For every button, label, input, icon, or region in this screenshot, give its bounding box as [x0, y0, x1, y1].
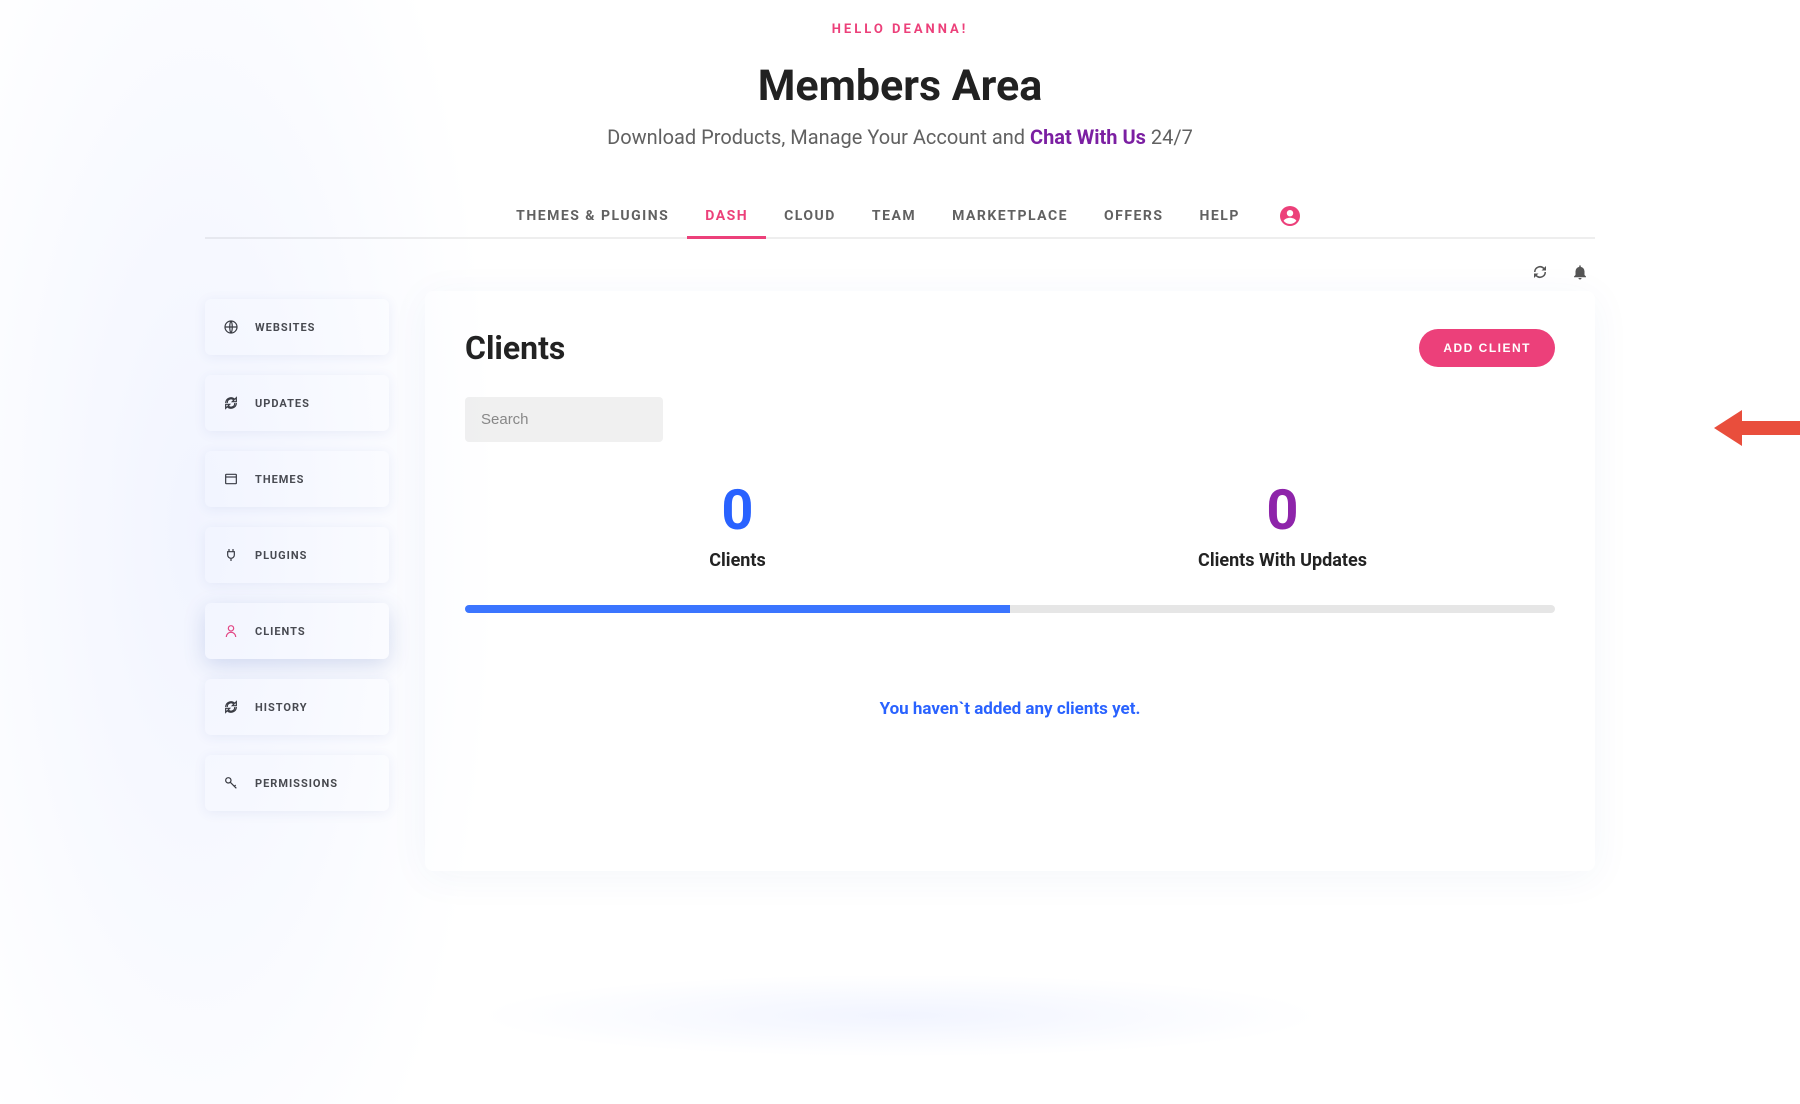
- tab-help[interactable]: HELP: [1181, 195, 1257, 237]
- bell-icon[interactable]: [1571, 263, 1589, 285]
- progress-bar: [465, 605, 1555, 613]
- tab-themes-plugins[interactable]: THEMES & PLUGINS: [498, 195, 687, 237]
- account-icon[interactable]: [1278, 204, 1302, 228]
- tab-dash[interactable]: DASH: [687, 195, 766, 237]
- key-icon: [223, 775, 239, 791]
- search-input[interactable]: [465, 397, 663, 442]
- window-icon: [223, 471, 239, 487]
- stat-clients-updates-value: 0: [1010, 482, 1555, 538]
- sidebar-item-label: UPDATES: [255, 397, 310, 410]
- sidebar-item-label: PLUGINS: [255, 549, 307, 562]
- sidebar-item-plugins[interactable]: PLUGINS: [205, 527, 389, 583]
- stat-clients-label: Clients: [465, 550, 1010, 571]
- main-tabs: THEMES & PLUGINS DASH CLOUD TEAM MARKETP…: [205, 195, 1595, 239]
- tab-cloud[interactable]: CLOUD: [766, 195, 854, 237]
- stat-clients-updates: 0 Clients With Updates: [1010, 482, 1555, 571]
- progress-right: [1010, 605, 1555, 613]
- subtitle-post: 24/7: [1146, 125, 1193, 149]
- arrow-body: [1742, 421, 1800, 435]
- sidebar-item-label: HISTORY: [255, 701, 308, 714]
- sidebar: WEBSITES UPDATES THEMES: [205, 299, 389, 871]
- sidebar-item-label: THEMES: [255, 473, 304, 486]
- progress-left: [465, 605, 1010, 613]
- empty-state-text: You haven`t added any clients yet.: [465, 699, 1555, 719]
- sync-icon: [223, 699, 239, 715]
- add-client-button[interactable]: ADD CLIENT: [1419, 329, 1555, 367]
- subtitle-pre: Download Products, Manage Your Account a…: [607, 125, 1030, 149]
- arrow-head-icon: [1714, 410, 1742, 446]
- tab-marketplace[interactable]: MARKETPLACE: [934, 195, 1086, 237]
- plug-icon: [223, 547, 239, 563]
- sidebar-item-label: PERMISSIONS: [255, 777, 338, 790]
- chat-with-us-link[interactable]: Chat With Us: [1030, 125, 1146, 149]
- sidebar-item-permissions[interactable]: PERMISSIONS: [205, 755, 389, 811]
- globe-icon: [223, 319, 239, 335]
- tab-team[interactable]: TEAM: [854, 195, 934, 237]
- sidebar-item-clients[interactable]: CLIENTS: [205, 603, 389, 659]
- sidebar-item-updates[interactable]: UPDATES: [205, 375, 389, 431]
- sidebar-item-websites[interactable]: WEBSITES: [205, 299, 389, 355]
- stat-clients-value: 0: [465, 482, 1010, 538]
- sidebar-item-history[interactable]: HISTORY: [205, 679, 389, 735]
- greeting: HELLO DEANNA!: [205, 22, 1595, 37]
- sidebar-item-label: WEBSITES: [255, 321, 315, 334]
- sync-icon: [223, 395, 239, 411]
- annotation-arrow: [1714, 410, 1800, 446]
- page-subtitle: Download Products, Manage Your Account a…: [205, 125, 1595, 149]
- sidebar-item-themes[interactable]: THEMES: [205, 451, 389, 507]
- stat-clients-updates-label: Clients With Updates: [1010, 550, 1555, 571]
- page-title: Members Area: [205, 61, 1595, 111]
- toolbar: [205, 263, 1595, 285]
- user-icon: [223, 623, 239, 639]
- sidebar-item-label: CLIENTS: [255, 625, 306, 638]
- refresh-icon[interactable]: [1531, 263, 1549, 285]
- tab-offers[interactable]: OFFERS: [1086, 195, 1181, 237]
- main-panel: Clients ADD CLIENT 0 Clients 0 Clients W…: [425, 291, 1595, 871]
- panel-title: Clients: [465, 329, 565, 367]
- stat-clients: 0 Clients: [465, 482, 1010, 571]
